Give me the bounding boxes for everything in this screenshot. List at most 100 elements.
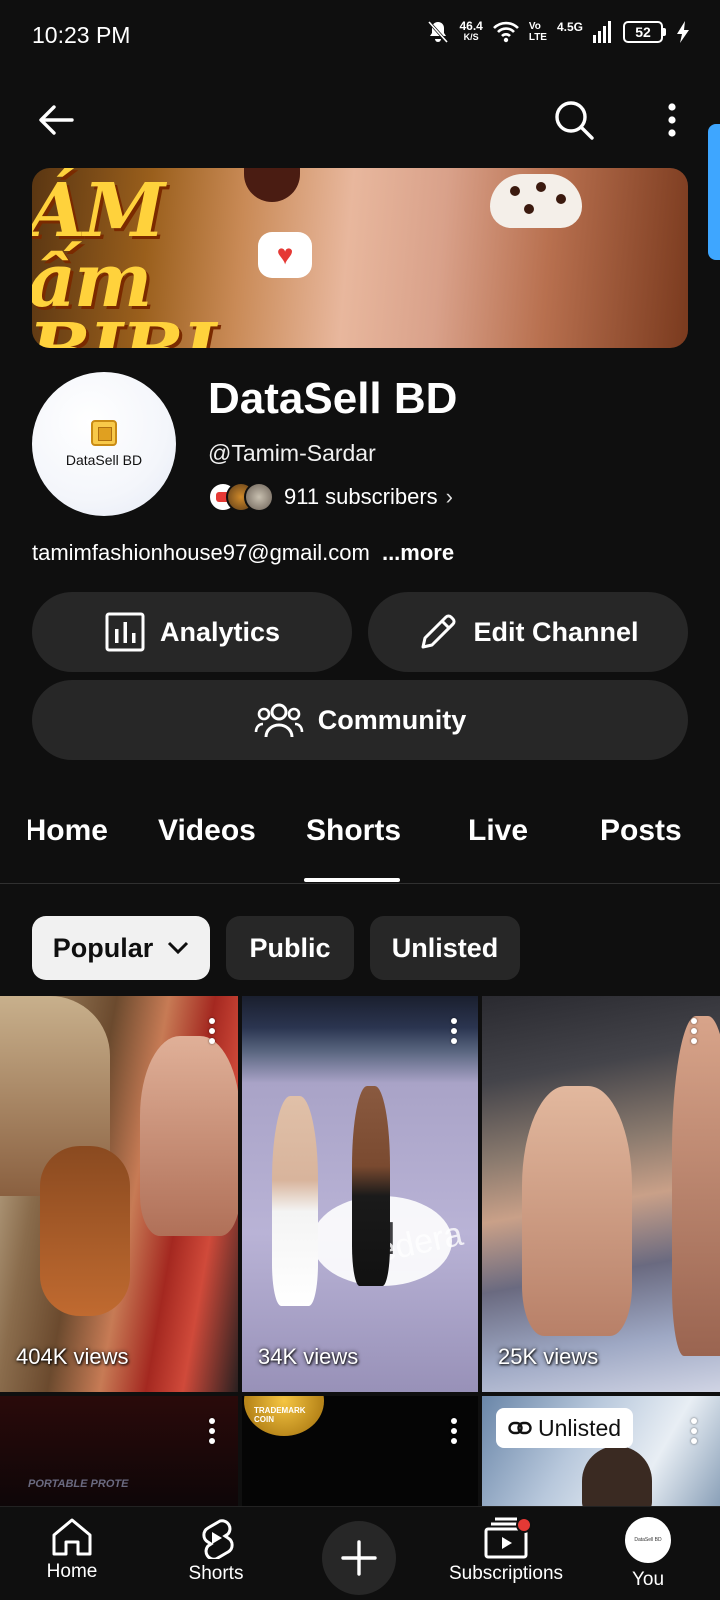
banner-line-2: ấm	[32, 238, 152, 324]
nav-home[interactable]: Home	[44, 1517, 100, 1583]
short-tile[interactable]: PORTABLE PROTE	[0, 1396, 238, 1506]
mute-bell-icon	[428, 20, 449, 44]
battery-level: 52	[623, 21, 663, 43]
chip-icon	[91, 420, 117, 446]
active-tab-indicator	[304, 878, 400, 882]
nav-subscriptions[interactable]: Subscriptions	[436, 1517, 576, 1585]
link-icon	[508, 1421, 532, 1435]
heart-icon: ♥	[258, 232, 312, 278]
subscriber-avatar	[244, 482, 274, 512]
create-button[interactable]	[322, 1521, 396, 1595]
short-views: 34K views	[258, 1344, 359, 1369]
filter-unlisted[interactable]: Unlisted	[370, 916, 520, 980]
nav-you-label: You	[631, 1569, 665, 1590]
net-speed-value: 46.4	[459, 19, 483, 33]
description-text: tamimfashionhouse97@gmail.com	[32, 540, 370, 565]
tab-home[interactable]: Home	[28, 814, 108, 848]
banner-nail-polka	[490, 174, 582, 228]
thumb-fighter	[672, 1016, 720, 1356]
net-speed: 46.4 K/S	[459, 19, 483, 43]
edit-channel-button[interactable]: Edit Channel	[368, 592, 688, 672]
short-menu-button[interactable]	[684, 1016, 704, 1046]
thumb-fighter	[352, 1086, 390, 1286]
banner-nail-dark	[244, 168, 300, 202]
nav-shorts[interactable]: Shorts	[184, 1517, 248, 1585]
unlisted-badge: Unlisted	[496, 1408, 634, 1448]
community-button[interactable]: Community	[32, 680, 688, 760]
thumb-face	[140, 1036, 238, 1236]
nav-home-label: Home	[46, 1561, 98, 1582]
subscribers-row[interactable]: 911 subscribers ›	[208, 482, 453, 512]
tab-home-label: Home	[28, 814, 108, 847]
filter-popular[interactable]: Popular	[32, 916, 210, 980]
channel-description[interactable]: tamimfashionhouse97@gmail.com ...more	[32, 540, 454, 566]
shorts-icon	[202, 1519, 234, 1559]
short-views: 25K views	[498, 1344, 599, 1369]
search-icon	[555, 101, 594, 140]
more-options-button[interactable]	[656, 98, 688, 142]
banner-title: ÁM ấm BIBI	[32, 168, 216, 348]
subscriber-count: 911 subscribers	[284, 484, 438, 509]
channel-handle: @Tamim-Sardar	[208, 440, 376, 466]
tab-shorts[interactable]: Shorts	[306, 814, 401, 848]
channel-banner: ÁM ấm BIBI ♥	[32, 168, 688, 348]
short-menu-button[interactable]	[444, 1416, 464, 1446]
battery-tip	[663, 28, 666, 36]
short-menu-button[interactable]	[202, 1016, 222, 1046]
short-menu-button[interactable]	[684, 1416, 704, 1446]
vo-label: Vo	[528, 21, 541, 32]
thumb-fighter	[272, 1096, 318, 1306]
coin-logo: TRADEMARK COIN	[244, 1396, 324, 1436]
search-button[interactable]	[552, 98, 596, 142]
thumb-fighter	[522, 1086, 632, 1336]
short-tile[interactable]: Unlisted	[482, 1396, 720, 1506]
short-menu-button[interactable]	[444, 1016, 464, 1046]
home-icon	[52, 1518, 92, 1556]
analytics-button[interactable]: Analytics	[32, 592, 352, 672]
unlisted-label: Unlisted	[538, 1414, 622, 1441]
network-type: 4.5G	[556, 20, 583, 34]
short-tile[interactable]: 404K views	[0, 996, 238, 1392]
banner-line-1: ÁM	[32, 168, 165, 254]
edit-channel-label: Edit Channel	[473, 616, 639, 647]
wifi-icon	[492, 21, 519, 43]
you-avatar-label: DataSell BD	[634, 1537, 662, 1543]
short-tile[interactable]: TRADEMARK COIN	[242, 1396, 478, 1506]
filter-popular-label: Popular	[52, 932, 154, 963]
net-speed-unit: K/S	[463, 32, 479, 42]
more-link[interactable]: ...more	[382, 540, 454, 565]
you-avatar: DataSell BD	[625, 1517, 671, 1563]
channel-avatar[interactable]: DataSell BD	[32, 372, 176, 516]
volte-indicator: Vo LTE	[529, 21, 547, 43]
bottom-navigation: Home Shorts Subscriptions DataSell BD Yo…	[0, 1506, 720, 1600]
nav-you[interactable]: DataSell BD You	[618, 1517, 678, 1591]
analytics-label: Analytics	[159, 616, 281, 647]
short-tile[interactable]: Hedera 34K views	[242, 996, 478, 1392]
tab-videos[interactable]: Videos	[158, 814, 256, 848]
battery-indicator: 52	[623, 21, 666, 43]
short-tile[interactable]: 25K views	[482, 996, 720, 1392]
banner-line-3: BIBI	[32, 314, 216, 348]
status-icons: 46.4 K/S Vo LTE 4.5G 52	[427, 20, 690, 44]
status-bar: 10:23 PM 46.4 K/S Vo LTE 4.5G 52	[0, 0, 720, 72]
chevron-right-icon: ›	[445, 484, 453, 509]
chevron-down-icon	[168, 941, 189, 955]
notification-dot	[516, 1517, 532, 1533]
short-views: 404K views	[16, 1344, 129, 1369]
short-menu-button[interactable]	[202, 1416, 222, 1446]
back-arrow-icon	[39, 105, 74, 135]
avatar-label: DataSell BD	[65, 452, 143, 468]
filter-public[interactable]: Public	[226, 916, 354, 980]
nav-shorts-label: Shorts	[188, 1563, 244, 1584]
coin-text: TRADEMARK COIN	[254, 1406, 306, 1424]
scroll-indicator[interactable]	[708, 124, 720, 260]
more-vert-icon	[668, 103, 676, 137]
tab-live[interactable]: Live	[468, 814, 528, 848]
community-label: Community	[317, 704, 467, 735]
thumb-caption: PORTABLE PROTE	[28, 1478, 129, 1490]
charging-icon	[677, 21, 689, 43]
tab-posts[interactable]: Posts	[600, 814, 682, 848]
channel-tabs: Home Videos Shorts Live Posts	[0, 790, 720, 884]
back-button[interactable]	[34, 98, 78, 142]
analytics-icon	[105, 612, 145, 652]
